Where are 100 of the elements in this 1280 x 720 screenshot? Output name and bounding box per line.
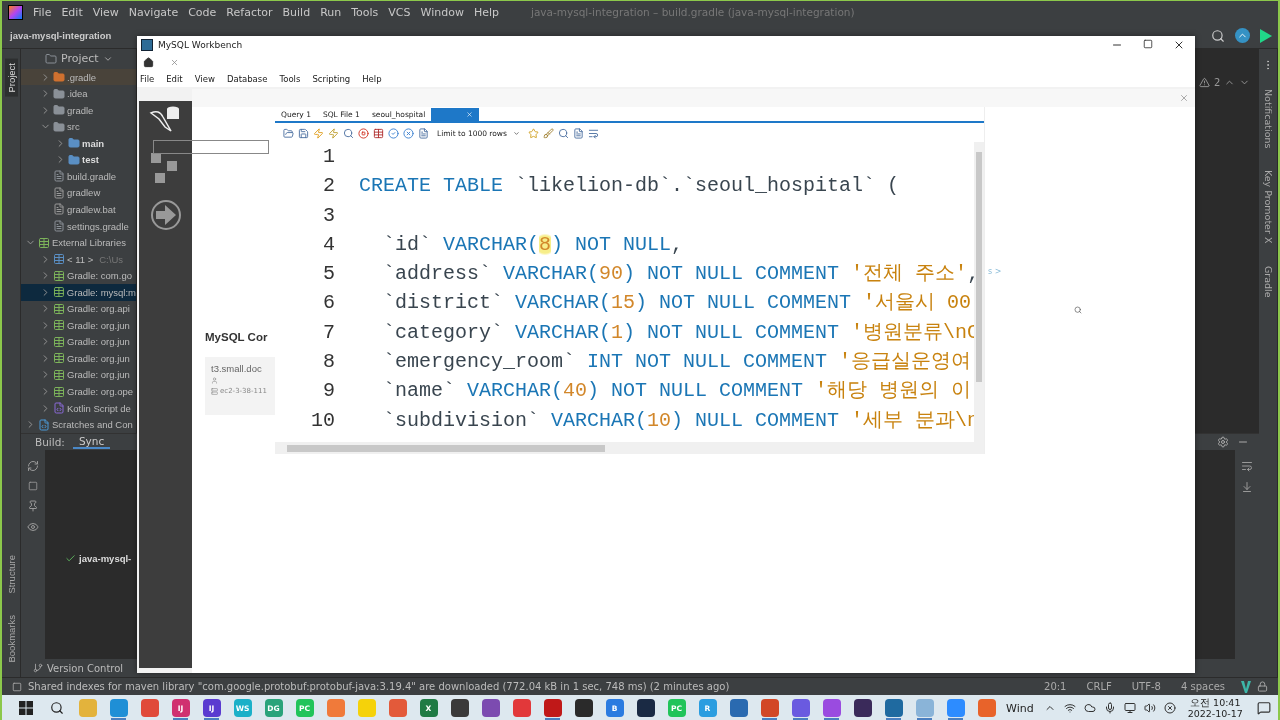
tree-item[interactable]: External Libraries	[21, 234, 136, 251]
star-icon[interactable]	[527, 128, 539, 139]
menu-item[interactable]: Code	[188, 5, 217, 19]
status-item[interactable]: 20:1	[1044, 681, 1067, 692]
search-icon[interactable]	[1211, 28, 1225, 43]
clock-time[interactable]: 오전 10:41	[1190, 697, 1241, 708]
file-icon[interactable]	[418, 128, 429, 139]
brush-icon[interactable]	[542, 128, 554, 139]
volume-icon[interactable]	[1143, 702, 1156, 714]
tree-item[interactable]: Scratches and Con	[21, 416, 136, 433]
scrollbar-thumb[interactable]	[976, 152, 982, 382]
tool-window-tab[interactable]: Version Control	[47, 662, 124, 674]
menu-item[interactable]: Database	[226, 74, 268, 84]
wifi-icon[interactable]	[1063, 702, 1076, 714]
app-icon[interactable]	[574, 699, 593, 717]
tree-item[interactable]: Gradle: com.go	[21, 267, 136, 284]
tree-item[interactable]: Gradle: org.jun	[21, 333, 136, 351]
search-icon[interactable]	[49, 701, 64, 715]
search-icon[interactable]	[343, 128, 354, 139]
microphone-icon[interactable]	[1103, 702, 1116, 714]
tool-window-tab[interactable]: Notifications	[1261, 85, 1275, 153]
status-item[interactable]: 4 spaces	[1180, 681, 1225, 692]
tree-item[interactable]: src	[21, 118, 136, 136]
scrollbar-thumb[interactable]	[287, 444, 605, 452]
maximize-icon[interactable]	[1143, 39, 1153, 49]
tree-item[interactable]: gradlew	[21, 184, 136, 202]
menu-item[interactable]: Edit	[61, 5, 83, 19]
tree-item[interactable]: Gradle: org.jun	[21, 317, 136, 334]
breadcrumb[interactable]: java-mysql-integration	[10, 30, 112, 41]
menu-item[interactable]: Help	[362, 74, 382, 84]
menu-item[interactable]: File	[140, 74, 155, 84]
close-circle-icon[interactable]	[1163, 702, 1176, 714]
open-folder-icon[interactable]	[283, 128, 294, 139]
monitor-icon[interactable]	[1123, 702, 1136, 714]
menu-item[interactable]: Tools	[351, 5, 379, 19]
tool-window-tab[interactable]: Key Promoter X	[1261, 166, 1275, 248]
menu-item[interactable]: File	[33, 5, 52, 19]
panel-tab[interactable]: Sync	[72, 435, 111, 449]
app-icon[interactable]	[636, 699, 655, 717]
menu-item[interactable]: Edit	[166, 74, 183, 84]
wrap-icon[interactable]	[587, 128, 599, 139]
menu-item[interactable]: Scripting	[312, 74, 351, 84]
wrap-icon[interactable]	[1241, 460, 1253, 472]
file-icon[interactable]	[572, 128, 584, 139]
refresh-icon[interactable]	[27, 460, 39, 472]
app-icon[interactable]	[853, 699, 872, 717]
vim-icon[interactable]	[1241, 680, 1251, 693]
clock-date[interactable]: 2022-10-17	[1187, 708, 1243, 719]
table-icon[interactable]	[373, 128, 384, 139]
menu-item[interactable]: VCS	[388, 5, 411, 19]
tool-window-tab[interactable]: Project	[4, 59, 18, 97]
stop-icon[interactable]	[358, 128, 369, 139]
tree-item[interactable]: .gradle	[21, 68, 136, 86]
pin-icon[interactable]	[27, 500, 39, 512]
settings-icon[interactable]	[1217, 436, 1229, 448]
scroll-to-end-icon[interactable]	[1241, 481, 1253, 493]
tool-window-tab[interactable]: Structure	[4, 550, 18, 598]
app-icon[interactable]	[543, 699, 562, 717]
sync-task-label[interactable]: java-mysql-	[79, 553, 132, 565]
warning-icon[interactable]	[1199, 77, 1210, 88]
menu-item[interactable]: View	[92, 5, 119, 19]
app-icon[interactable]	[450, 699, 469, 717]
input-field[interactable]	[153, 140, 269, 154]
status-icon[interactable]	[12, 681, 22, 692]
menu-item[interactable]: Navigate	[128, 5, 179, 19]
windows-logo-icon[interactable]	[18, 701, 33, 715]
lock-icon[interactable]	[1257, 681, 1268, 692]
notification-icon[interactable]	[1256, 701, 1271, 715]
tree-item[interactable]: gradlew.bat	[21, 201, 136, 218]
menu-item[interactable]: Build	[282, 5, 311, 19]
panel-title[interactable]: Project	[61, 52, 99, 66]
caret-icon[interactable]	[512, 130, 520, 137]
play-icon[interactable]	[1260, 28, 1272, 43]
check-circle-icon[interactable]	[388, 128, 399, 139]
tree-item[interactable]: gradle	[21, 101, 136, 119]
tree-item[interactable]: build.gradle	[21, 168, 136, 185]
tree-item[interactable]: Gradle: org.api	[21, 300, 136, 318]
tree-item[interactable]: settings.gradle	[21, 217, 136, 235]
tree-item[interactable]: Kotlin Script de	[21, 399, 136, 417]
tree-item[interactable]: Gradle: org.ope	[21, 383, 136, 400]
status-item[interactable]: UTF-8	[1131, 681, 1161, 692]
menu-item[interactable]: Tools	[279, 74, 301, 84]
menu-item[interactable]: Help	[473, 5, 499, 19]
close-icon[interactable]	[1173, 39, 1185, 51]
tree-item[interactable]: main	[21, 135, 136, 152]
tool-window-tab[interactable]: Bookmarks	[4, 611, 18, 667]
arrow-circle-icon[interactable]	[149, 199, 182, 231]
home-icon[interactable]	[143, 57, 154, 68]
app-label[interactable]: Wind	[1006, 701, 1034, 715]
status-item[interactable]: CRLF	[1086, 681, 1112, 692]
tool-window-tab[interactable]: Gradle	[1261, 261, 1275, 302]
cloud-icon[interactable]	[1083, 702, 1096, 714]
tree-item[interactable]: Gradle: org.jun	[21, 366, 136, 384]
menu-item[interactable]: Window	[420, 5, 464, 19]
lightning-icon[interactable]	[313, 128, 324, 139]
tree-item[interactable]: .idea	[21, 85, 136, 102]
menu-item[interactable]: View	[194, 74, 215, 84]
tree-item[interactable]: Gradle: mysql:m	[21, 283, 136, 301]
stop-icon[interactable]	[28, 481, 38, 491]
menu-item[interactable]: Refactor	[226, 5, 273, 19]
